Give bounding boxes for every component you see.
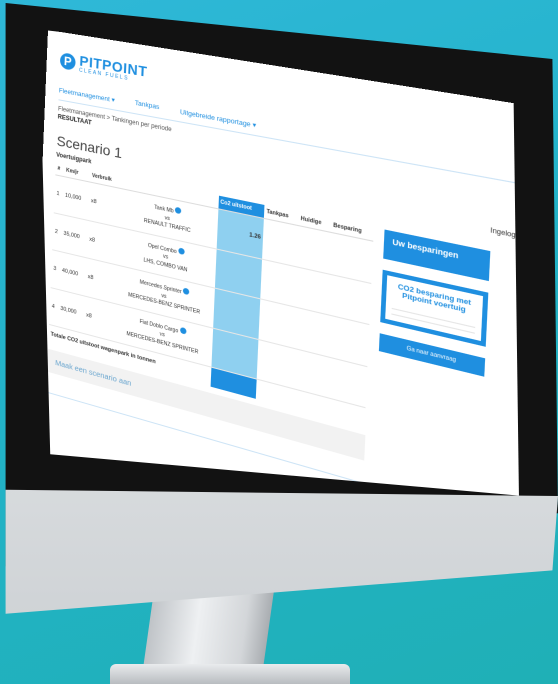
info-icon[interactable] [179,326,187,335]
nav-item-tankpas[interactable]: Tankpas [135,100,160,113]
row-unit: x8 [88,182,121,227]
monitor-base [110,664,350,684]
co2-compare-box: CO2 besparing met Pitpoint voertuig [380,269,489,347]
vs-label: vs [162,253,169,261]
row-value-b [296,225,331,274]
row-km: 10,000 [62,176,90,220]
pitpoint-logo-icon: P [59,52,76,71]
nav-item-rapportage[interactable]: Uitgebreide rapportage ▾ [180,108,257,130]
vs-label: vs [159,331,165,339]
info-icon[interactable] [175,206,182,215]
nav-item-fleetmanagement[interactable]: Fleetmanagement ▾ [59,86,115,104]
info-icon[interactable] [182,287,190,296]
info-icon[interactable] [178,246,185,255]
row-km: 40,000 [59,251,87,296]
sidebar: Uw besparingen CO2 besparing met Pitpoin… [374,229,491,492]
vs-label: vs [161,292,167,300]
savings-title: Uw besparingen [392,239,459,261]
vehicle-name: Tank Mb [154,204,174,215]
vs-label: vs [164,214,171,222]
row-km: 35,000 [60,214,89,258]
fleet-table: # Km/jr Verbruik Co2 uitstoot Tankpas Hu… [48,162,374,428]
